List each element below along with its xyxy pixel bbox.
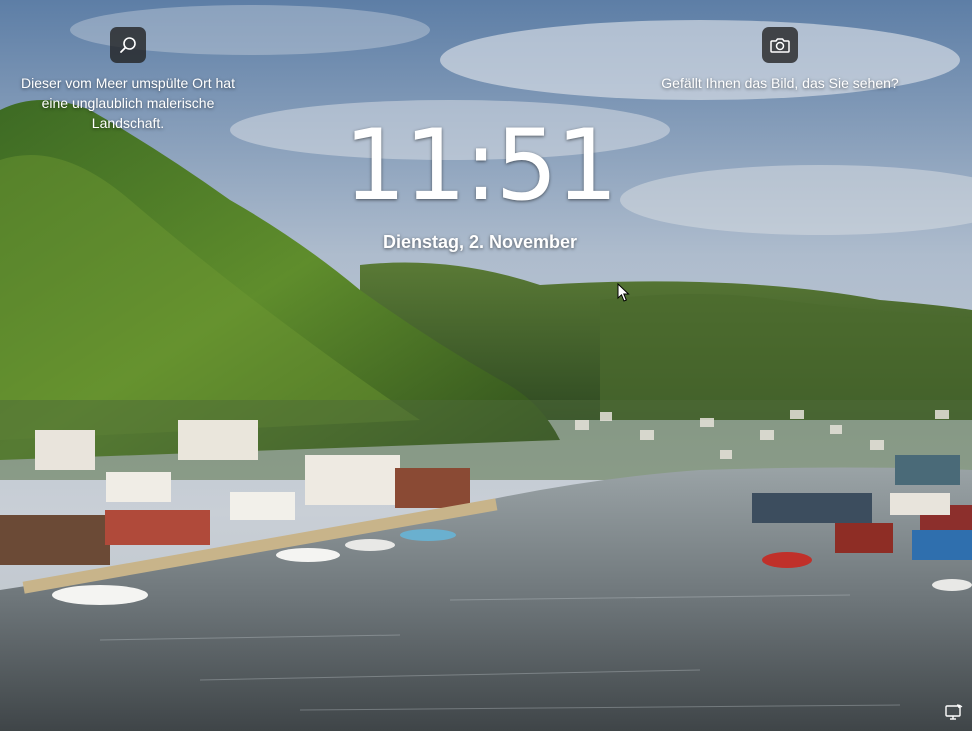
network-status-icon[interactable] (944, 703, 964, 721)
lockscreen-date: Dienstag, 2. November (382, 232, 578, 252)
camera-button[interactable] (762, 27, 798, 63)
lockscreen-clock: 11:51 (343, 109, 618, 223)
spotlight-caption[interactable]: Dieser vom Meer umspülte Ort hat eine un… (6, 73, 250, 133)
mouse-cursor-icon (617, 283, 630, 302)
camera-icon (770, 38, 790, 53)
search-icon (120, 37, 136, 53)
search-button[interactable] (110, 27, 146, 63)
feedback-prompt[interactable]: Gefällt Ihnen das Bild, das Sie sehen? (640, 73, 920, 93)
